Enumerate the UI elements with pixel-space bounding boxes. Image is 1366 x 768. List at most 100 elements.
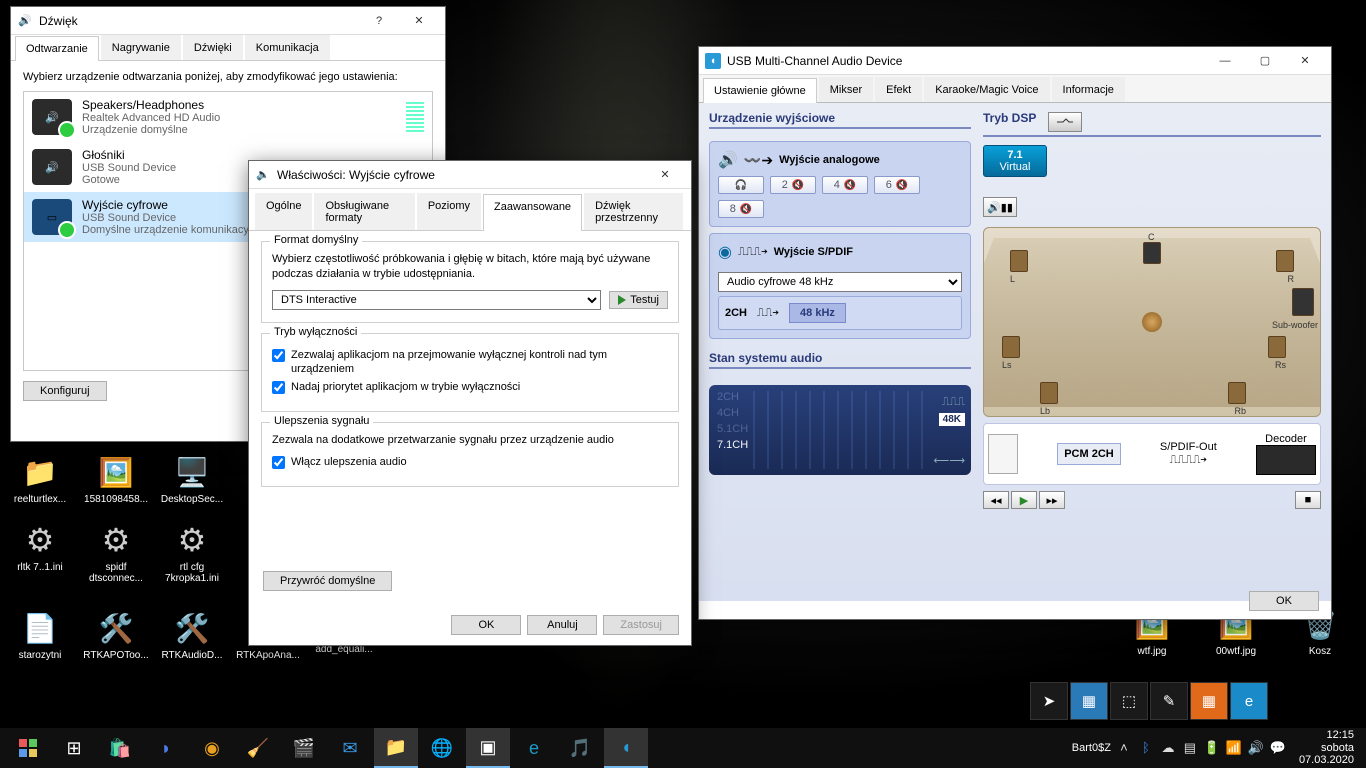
tab-spatial[interactable]: Dźwięk przestrzenny: [584, 193, 683, 230]
ok-button[interactable]: OK: [451, 615, 521, 635]
store-icon[interactable]: 🛍️: [98, 728, 142, 768]
checkbox-exclusive1[interactable]: Zezwalaj aplikacjom na przejmowanie wyłą…: [272, 348, 668, 377]
format-select[interactable]: DTS Interactive: [272, 290, 601, 310]
vpn-icon[interactable]: ◗: [144, 728, 188, 768]
prev-button[interactable]: ◂◂: [983, 491, 1009, 509]
checkbox-exclusive2[interactable]: Nadaj priorytet aplikacjom w trybie wyłą…: [272, 380, 668, 394]
clock[interactable]: 12:15 sobota 07.03.2020: [1299, 729, 1354, 767]
desktop-icon[interactable]: ⚙rltk 7..1.ini: [2, 516, 78, 596]
maximize-button[interactable]: ▢: [1245, 47, 1285, 75]
speaker-icon: 🔊: [32, 99, 72, 135]
battery-icon[interactable]: 🔋: [1203, 739, 1221, 757]
play-icon: [618, 295, 626, 305]
speaker-icon: 🔊: [32, 149, 72, 185]
instruction-text: Wybierz urządzenie odtwarzania poniżej, …: [23, 71, 433, 83]
titlebar[interactable]: 🔊 Dźwięk ? ✕: [11, 7, 445, 35]
user-label[interactable]: Bart0$Z: [1072, 742, 1111, 754]
tab-karaoke[interactable]: Karaoke/Magic Voice: [924, 77, 1049, 102]
mail-icon[interactable]: ✉: [328, 728, 372, 768]
minimize-button[interactable]: —: [1205, 47, 1245, 75]
action-center-icon[interactable]: 💬: [1269, 739, 1287, 757]
cancel-button[interactable]: Anuluj: [527, 615, 597, 635]
edge-icon[interactable]: e: [512, 728, 556, 768]
tab-sounds[interactable]: Dźwięki: [183, 35, 243, 60]
dsp-toggle-button[interactable]: [1048, 112, 1082, 132]
desktop-icon[interactable]: 🛠️RTKAudioD...: [154, 604, 230, 684]
spdif-select[interactable]: Audio cyfrowe 48 kHz: [718, 272, 962, 292]
apply-button[interactable]: Zastosuj: [603, 615, 679, 635]
tab-playback[interactable]: Odtwarzanie: [15, 36, 99, 61]
qa-tile[interactable]: ⬚: [1110, 682, 1148, 720]
tab-comm[interactable]: Komunikacja: [245, 35, 330, 60]
headphone-button[interactable]: 🎧: [718, 176, 764, 194]
app-icon[interactable]: ◉: [190, 728, 234, 768]
play-button[interactable]: ▶: [1011, 491, 1037, 509]
desktop-icon[interactable]: 📄starozytni: [2, 604, 78, 684]
titlebar[interactable]: ◖ USB Multi-Channel Audio Device — ▢ ✕: [699, 47, 1331, 75]
qa-tile[interactable]: ➤: [1030, 682, 1068, 720]
qa-tile[interactable]: ✎: [1150, 682, 1188, 720]
analog-label: Wyjście analogowe: [779, 154, 880, 166]
mpc-icon[interactable]: 🎬: [282, 728, 326, 768]
tab-mixer[interactable]: Mikser: [819, 77, 873, 102]
sound-icon[interactable]: 🎵: [558, 728, 602, 768]
tab-formats[interactable]: Obsługiwane formaty: [314, 193, 414, 230]
bluetooth-icon[interactable]: ᛒ: [1137, 739, 1155, 757]
start-button[interactable]: [6, 728, 50, 768]
taskview-button[interactable]: ⊞: [52, 728, 96, 768]
window-title: USB Multi-Channel Audio Device: [727, 54, 1205, 68]
help-button[interactable]: ?: [359, 7, 399, 35]
qa-tile[interactable]: e: [1230, 682, 1268, 720]
virtual-71-button[interactable]: 7.1Virtual: [983, 145, 1047, 177]
spdif-icon: ◉: [718, 242, 732, 262]
decoder-label: Decoder: [1256, 433, 1316, 445]
dolby-icon[interactable]: ▣: [466, 728, 510, 768]
ccleaner-icon[interactable]: 🧹: [236, 728, 280, 768]
tray-icon[interactable]: ▤: [1181, 739, 1199, 757]
volume-icon[interactable]: 🔊: [1247, 739, 1265, 757]
tab-advanced[interactable]: Zaawansowane: [483, 194, 582, 231]
pc-icon: [988, 434, 1018, 474]
close-button[interactable]: ✕: [1285, 47, 1325, 75]
tab-effect[interactable]: Efekt: [875, 77, 922, 102]
desktop-icon[interactable]: ⚙rtl cfg 7kropka1.ini: [154, 516, 230, 596]
titlebar[interactable]: 🔈 Właściwości: Wyjście cyfrowe ✕: [249, 161, 691, 189]
volume-button[interactable]: 🔊▮▮: [983, 197, 1017, 217]
ch8-button[interactable]: 8 🔇: [718, 200, 764, 218]
usb-tabs: Ustawienie główne Mikser Efekt Karaoke/M…: [699, 75, 1331, 103]
tab-levels[interactable]: Poziomy: [417, 193, 481, 230]
checkbox-enhance[interactable]: Włącz ulepszenia audio: [272, 455, 668, 469]
qa-tile[interactable]: ▦: [1190, 682, 1228, 720]
ch2-button[interactable]: 2 🔇: [770, 176, 816, 194]
level-meter: [406, 102, 424, 132]
configure-button[interactable]: Konfiguruj: [23, 381, 107, 401]
usb-audio-icon[interactable]: ◖: [604, 728, 648, 768]
onedrive-icon[interactable]: ☁: [1159, 739, 1177, 757]
desktop-icon[interactable]: 🛠️RTKAPOToo...: [78, 604, 154, 684]
device-item[interactable]: 🔊 Speakers/Headphones Realtek Advanced H…: [24, 92, 432, 142]
restore-defaults-button[interactable]: Przywróć domyślne: [263, 571, 392, 591]
speaker-room-diagram[interactable]: L C R Sub-woofer Ls Rs Lb Rb: [983, 227, 1321, 417]
qa-tile[interactable]: ▦: [1070, 682, 1108, 720]
ch6-button[interactable]: 6 🔇: [874, 176, 920, 194]
tab-info[interactable]: Informacje: [1052, 77, 1125, 102]
spdif-label: Wyjście S/PDIF: [774, 246, 853, 258]
close-button[interactable]: ✕: [399, 7, 439, 35]
tray-chevron[interactable]: ˄: [1115, 739, 1133, 757]
signal-diagram: PCM 2CH S/PDIF-Out ⎍⎍⎍⎍➔ Decoder: [983, 423, 1321, 485]
chrome-icon[interactable]: 🌐: [420, 728, 464, 768]
ch4-button[interactable]: 4 🔇: [822, 176, 868, 194]
tab-recording[interactable]: Nagrywanie: [101, 35, 181, 60]
sound-tabs: Odtwarzanie Nagrywanie Dźwięki Komunikac…: [11, 35, 445, 61]
stop-button[interactable]: ■: [1295, 491, 1321, 509]
test-button[interactable]: Testuj: [609, 291, 668, 309]
desktop-icon[interactable]: ⚙spidf dtsconnec...: [78, 516, 154, 596]
wifi-icon[interactable]: 📶: [1225, 739, 1243, 757]
ok-button[interactable]: OK: [1249, 591, 1319, 611]
tab-main[interactable]: Ustawienie główne: [703, 78, 817, 103]
close-button[interactable]: ✕: [645, 161, 685, 189]
tab-general[interactable]: Ogólne: [255, 193, 312, 230]
group-default-format: Format domyślny Wybierz częstotliwość pr…: [261, 241, 679, 323]
explorer-icon[interactable]: 📁: [374, 728, 418, 768]
next-button[interactable]: ▸▸: [1039, 491, 1065, 509]
